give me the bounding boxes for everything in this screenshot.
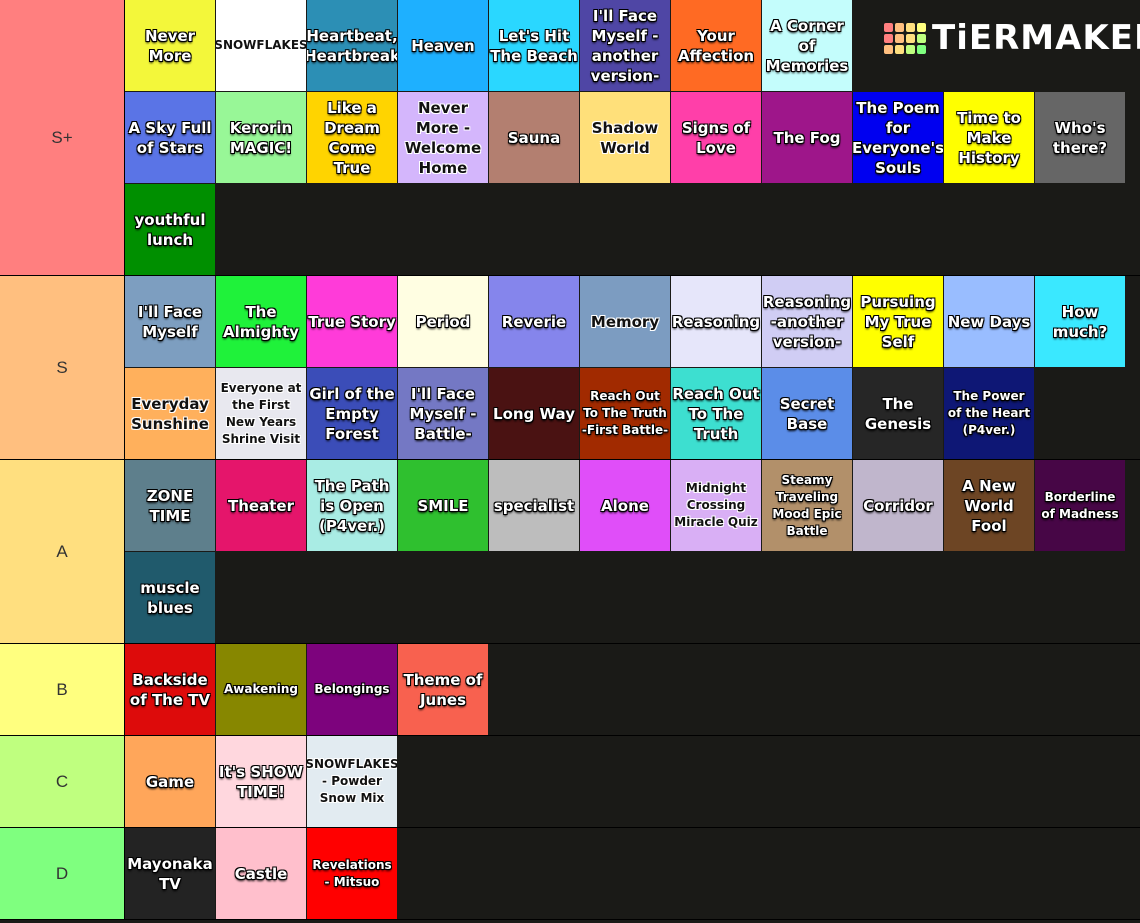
logo-square — [917, 44, 926, 54]
tier-item[interactable]: It's SHOW TIME! — [216, 736, 306, 827]
tier-item[interactable]: Belongings — [307, 644, 397, 735]
tier-label[interactable]: S — [0, 276, 125, 459]
logo-square — [917, 33, 926, 43]
tier-tiles: ZONE TIME Theater The Path is Open (P4ver.… — [125, 460, 1135, 643]
tier-item[interactable]: Kerorin MAGIC! — [216, 92, 306, 183]
tier-label[interactable]: B — [0, 644, 125, 735]
tier-row: S I'll Face Myself The Almighty True Story P… — [0, 276, 1140, 460]
tier-item[interactable]: Castle — [216, 828, 306, 919]
tier-item[interactable]: SNOWFLAKES — [216, 0, 306, 91]
tier-item[interactable]: Theme of Junes — [398, 644, 488, 735]
tier-item[interactable]: Heartbeat, Heartbreak — [307, 0, 397, 91]
tier-item[interactable]: Long Way — [489, 368, 579, 459]
tier-item[interactable]: Your Affection — [671, 0, 761, 91]
tier-row: C Game It's SHOW TIME! SNOWFLAKES - Powder … — [0, 736, 1140, 828]
tier-item[interactable]: Reach Out To The Truth — [671, 368, 761, 459]
tier-item[interactable]: I'll Face Myself -Battle- — [398, 368, 488, 459]
tier-item[interactable]: I'll Face Myself -another version- — [580, 0, 670, 91]
tier-item[interactable]: Like a Dream Come True — [307, 92, 397, 183]
tier-item[interactable]: Heaven — [398, 0, 488, 91]
tier-item[interactable]: ZONE TIME — [125, 460, 215, 551]
tier-item[interactable]: Sauna — [489, 92, 579, 183]
tier-label[interactable]: S+ — [0, 0, 125, 275]
tier-item[interactable]: Reverie — [489, 276, 579, 367]
tier-item[interactable]: Game — [125, 736, 215, 827]
tier-item[interactable]: Reasoning -another version- — [762, 276, 852, 367]
tier-item[interactable]: Never More — [125, 0, 215, 91]
tier-item[interactable]: youthful lunch — [125, 184, 215, 275]
tier-item[interactable]: Shadow World — [580, 92, 670, 183]
tier-item[interactable]: Steamy Traveling Mood Epic Battle — [762, 460, 852, 551]
tier-item[interactable]: I'll Face Myself — [125, 276, 215, 367]
tier-item[interactable]: Alone — [580, 460, 670, 551]
tier-item[interactable]: Borderline of Madness — [1035, 460, 1125, 551]
logo-square — [906, 33, 915, 43]
logo-square — [884, 22, 893, 32]
logo-square — [884, 44, 893, 54]
tiermaker-logo: TiERMAKER — [884, 18, 1140, 58]
tier-item[interactable]: Reach Out To The Truth -First Battle- — [580, 368, 670, 459]
tier-list-board: TiERMAKER S+ Never More SNOWFLAKES Heartbea… — [0, 0, 1140, 920]
tier-item[interactable]: How much? — [1035, 276, 1125, 367]
tier-item[interactable]: Midnight Crossing Miracle Quiz — [671, 460, 761, 551]
tier-tiles: I'll Face Myself The Almighty True Story Pe… — [125, 276, 1135, 459]
tier-item[interactable]: Period — [398, 276, 488, 367]
tier-item[interactable]: A New World Fool — [944, 460, 1034, 551]
tier-item[interactable]: Time to Make History — [944, 92, 1034, 183]
logo-square — [917, 22, 926, 32]
tier-item[interactable]: Memory — [580, 276, 670, 367]
tier-item[interactable]: SNOWFLAKES - Powder Snow Mix — [307, 736, 397, 827]
logo-square — [884, 33, 893, 43]
tier-item[interactable]: Mayonaka TV — [125, 828, 215, 919]
logo-grid-icon — [884, 22, 926, 54]
tier-item[interactable]: Secret Base — [762, 368, 852, 459]
tier-row: B Backside of The TV Awakening Belongings Th… — [0, 644, 1140, 736]
tier-item[interactable]: The Power of the Heart (P4ver.) — [944, 368, 1034, 459]
tier-item[interactable]: muscle blues — [125, 552, 215, 643]
tier-tiles: Game It's SHOW TIME! SNOWFLAKES - Powder S… — [125, 736, 1135, 827]
tier-item[interactable]: Reasoning — [671, 276, 761, 367]
tier-item[interactable]: SMILE — [398, 460, 488, 551]
tier-label[interactable]: A — [0, 460, 125, 643]
tier-item[interactable]: specialist — [489, 460, 579, 551]
tier-item[interactable]: The Fog — [762, 92, 852, 183]
tier-item[interactable]: New Days — [944, 276, 1034, 367]
tier-item[interactable]: Let's Hit The Beach — [489, 0, 579, 91]
tier-item[interactable]: A Corner of Memories — [762, 0, 852, 91]
tier-item[interactable]: Never More - Welcome Home — [398, 92, 488, 183]
tier-item[interactable]: A Sky Full of Stars — [125, 92, 215, 183]
logo-square — [895, 33, 904, 43]
tier-label[interactable]: D — [0, 828, 125, 919]
tier-item[interactable]: Girl of the Empty Forest — [307, 368, 397, 459]
tier-tiles: Backside of The TV Awakening Belongings The… — [125, 644, 1135, 735]
tier-item[interactable]: The Path is Open (P4ver.) — [307, 460, 397, 551]
tier-item[interactable]: The Genesis — [853, 368, 943, 459]
tier-row: D Mayonaka TV Castle Revelations - Mitsuo — [0, 828, 1140, 920]
logo-square — [895, 44, 904, 54]
tier-item[interactable]: The Poem for Everyone's Souls — [853, 92, 943, 183]
logo-square — [906, 44, 915, 54]
logo-square — [895, 22, 904, 32]
tier-item[interactable]: Backside of The TV — [125, 644, 215, 735]
tier-item[interactable]: Everyday Sunshine — [125, 368, 215, 459]
tier-item[interactable]: Pursuing My True Self — [853, 276, 943, 367]
tier-item[interactable]: True Story — [307, 276, 397, 367]
tier-item[interactable]: Signs of Love — [671, 92, 761, 183]
tier-item[interactable]: Who's there? — [1035, 92, 1125, 183]
tier-tiles: Mayonaka TV Castle Revelations - Mitsuo — [125, 828, 1135, 919]
tier-item[interactable]: Theater — [216, 460, 306, 551]
tier-item[interactable]: Everyone at the First New Years Shrine V… — [216, 368, 306, 459]
tier-row: A ZONE TIME Theater The Path is Open (P4ver… — [0, 460, 1140, 644]
tier-item[interactable]: Awakening — [216, 644, 306, 735]
logo-text: TiERMAKER — [932, 18, 1140, 58]
tier-item[interactable]: The Almighty — [216, 276, 306, 367]
tiers: S+ Never More SNOWFLAKES Heartbeat, Heartbr… — [0, 0, 1140, 920]
tier-item[interactable]: Revelations - Mitsuo — [307, 828, 397, 919]
tier-item[interactable]: Corridor — [853, 460, 943, 551]
tier-label[interactable]: C — [0, 736, 125, 827]
logo-square — [906, 22, 915, 32]
